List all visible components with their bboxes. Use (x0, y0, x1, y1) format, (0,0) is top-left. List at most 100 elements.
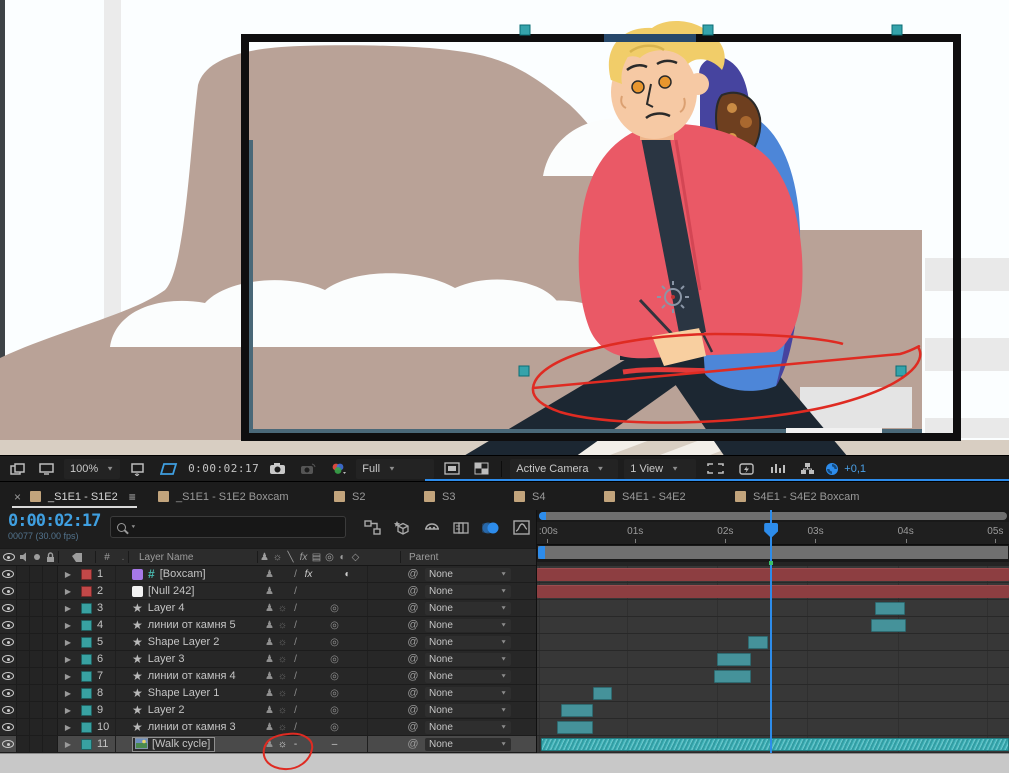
label-color-swatch[interactable] (78, 719, 94, 735)
threed-column-icon[interactable]: ◇ (349, 549, 362, 565)
fx-switch[interactable] (302, 651, 315, 667)
pixel-aspect-icon[interactable] (702, 459, 729, 479)
parent-pickwhip-icon[interactable]: @ (405, 719, 421, 735)
video-eye-toggle[interactable] (0, 617, 17, 633)
layer-name-cell[interactable]: [Walk cycle] (116, 736, 263, 752)
tab-s4e1-s4e2-boxcam[interactable]: S4E1 - S4E2 Boxcam (727, 482, 867, 511)
frame-blend-switch[interactable] (315, 702, 328, 718)
threed-switch[interactable] (354, 600, 367, 616)
layer-row-9[interactable]: ▶ 9 ★ Layer 2 ♟ ☼ / ◎ @ None ▼ (0, 702, 536, 719)
snapshot-icon[interactable] (265, 459, 290, 479)
track-row-4[interactable] (537, 617, 1009, 634)
layer-search-box[interactable]: ▼ (110, 516, 346, 538)
lock-toggle[interactable] (43, 719, 58, 735)
label-color-swatch[interactable] (78, 702, 94, 718)
close-tab-icon[interactable]: × (14, 490, 21, 504)
fx-switch[interactable] (302, 719, 315, 735)
audio-toggle[interactable] (17, 668, 30, 684)
layer-name-cell[interactable]: # [Boxcam] (116, 566, 263, 582)
audio-toggle[interactable] (17, 634, 30, 650)
parent-dropdown[interactable]: None ▼ (425, 635, 511, 649)
audio-toggle[interactable] (17, 702, 30, 718)
expand-arrow[interactable]: ▶ (58, 634, 78, 650)
layer-row-8[interactable]: ▶ 8 ★ Shape Layer 1 ♟ ☼ / ◎ @ None ▼ (0, 685, 536, 702)
motion-blur-switch[interactable]: ◎ (328, 600, 341, 616)
threed-switch[interactable] (354, 651, 367, 667)
collapse-switch[interactable]: ☼ (276, 600, 289, 616)
handle-top-left[interactable] (519, 24, 531, 36)
threed-switch[interactable] (354, 634, 367, 650)
fx-switch[interactable]: fx (302, 566, 315, 582)
layer-duration-bar[interactable] (714, 670, 751, 683)
layer-name-cell[interactable]: ★ Shape Layer 1 (116, 685, 263, 701)
solo-toggle[interactable] (30, 668, 43, 684)
expand-arrow[interactable]: ▶ (58, 702, 78, 718)
layer-name[interactable]: линии от камня 5 (148, 619, 236, 631)
fx-column-icon[interactable]: fx (297, 549, 310, 565)
label-color-swatch[interactable] (78, 651, 94, 667)
current-time-block[interactable]: 0:00:02:17 00077 (30.00 fps) (8, 513, 101, 541)
motion-blur-column-icon[interactable]: ◎ (323, 549, 336, 565)
comp-flowchart-icon[interactable] (796, 459, 819, 479)
parent-dropdown[interactable]: None ▼ (425, 618, 511, 632)
motion-blur-switch[interactable]: – (328, 736, 341, 752)
layer-duration-bar[interactable] (556, 721, 594, 734)
motion-blur-master-icon[interactable] (482, 521, 500, 535)
collapse-switch[interactable]: ☼ (276, 685, 289, 701)
track-row-2[interactable] (537, 583, 1009, 600)
quality-switch[interactable]: / (289, 702, 302, 718)
layer-name-cell[interactable]: ★ Layer 2 (116, 702, 263, 718)
layer-duration-bar[interactable] (874, 602, 906, 615)
work-area-bar[interactable] (537, 545, 1009, 562)
fx-switch[interactable] (302, 634, 315, 650)
solo-toggle[interactable] (30, 736, 43, 752)
motion-blur-switch[interactable]: ◎ (328, 651, 341, 667)
motion-blur-switch[interactable]: ◎ (328, 719, 341, 735)
fx-switch[interactable] (302, 617, 315, 633)
frame-blend-switch[interactable] (315, 583, 328, 599)
parent-dropdown[interactable]: None ▼ (425, 584, 511, 598)
quality-switch[interactable]: / (289, 634, 302, 650)
fx-switch[interactable] (302, 600, 315, 616)
layer-row-6[interactable]: ▶ 6 ★ Layer 3 ♟ ☼ / ◎ @ None ▼ (0, 651, 536, 668)
collapse-switch[interactable]: ☼ (276, 617, 289, 633)
threed-switch[interactable] (354, 566, 367, 582)
quality-switch[interactable]: / (289, 583, 302, 599)
fx-switch[interactable] (302, 685, 315, 701)
expand-arrow[interactable]: ▶ (58, 600, 78, 616)
label-color-swatch[interactable] (78, 634, 94, 650)
quality-switch[interactable]: - (289, 736, 302, 752)
lock-toggle[interactable] (43, 685, 58, 701)
lock-toggle[interactable] (43, 583, 58, 599)
motion-blur-switch[interactable]: ◎ (328, 668, 341, 684)
fast-previews-icon[interactable] (735, 459, 760, 479)
shy-switch[interactable]: ♟ (263, 600, 276, 616)
threed-switch[interactable] (354, 702, 367, 718)
channels-icon[interactable] (326, 459, 350, 479)
adjustment-switch[interactable] (341, 685, 354, 701)
lock-toggle[interactable] (43, 617, 58, 633)
graph-editor-icon[interactable] (513, 520, 530, 535)
shy-switch[interactable]: ♟ (263, 583, 276, 599)
parent-pickwhip-icon[interactable]: @ (405, 651, 421, 667)
track-row-8[interactable] (537, 685, 1009, 702)
collapse-switch[interactable]: ☼ (276, 668, 289, 684)
adjustment-switch[interactable] (341, 702, 354, 718)
label-color-swatch[interactable] (78, 668, 94, 684)
layer-duration-bar[interactable] (537, 585, 1009, 598)
collapse-switch[interactable]: ☼ (276, 736, 289, 752)
frame-blend-switch[interactable] (315, 651, 328, 667)
layer-duration-bar[interactable] (747, 636, 768, 649)
video-eye-toggle[interactable] (0, 651, 17, 667)
shy-switch[interactable]: ♟ (263, 702, 276, 718)
layer-name[interactable]: Shape Layer 2 (148, 636, 220, 648)
shy-switch[interactable]: ♟ (263, 736, 276, 752)
roi-icon[interactable] (126, 459, 150, 479)
audio-toggle[interactable] (17, 651, 30, 667)
threed-switch[interactable] (354, 668, 367, 684)
threed-switch[interactable] (354, 617, 367, 633)
label-color-swatch[interactable] (78, 736, 94, 752)
handle-top-mid[interactable] (702, 24, 714, 36)
label-color-swatch[interactable] (78, 566, 94, 582)
lock-toggle[interactable] (43, 668, 58, 684)
